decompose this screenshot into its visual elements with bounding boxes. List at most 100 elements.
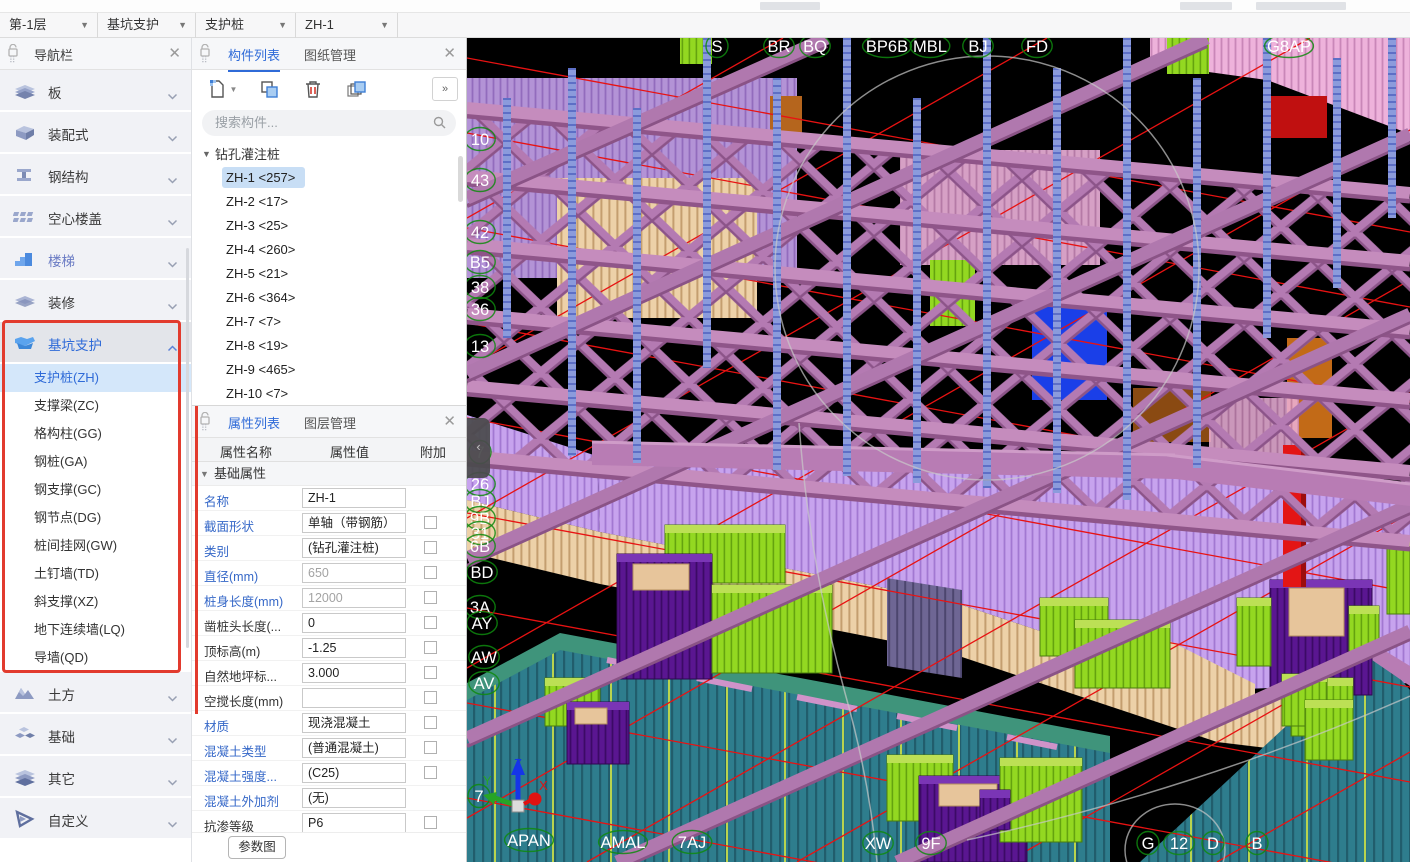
drag-handle-icon[interactable]: ⠿ [201,55,207,66]
attach-checkbox[interactable] [424,766,437,779]
property-group-row[interactable]: ▼基础属性 [192,462,466,486]
col-attach: 附加 [420,442,446,461]
caret-down-icon: ▼ [230,85,238,94]
close-icon[interactable]: ✕ [443,412,456,430]
component-item[interactable]: ZH-4 <260> [192,238,466,262]
expand-panel-button[interactable]: » [432,77,458,101]
new-component-button[interactable]: ▼ [200,74,244,104]
axis-label: XW [865,835,892,853]
search-input[interactable]: 搜索构件... [202,110,456,136]
sidebar-item-foundation[interactable]: 基础 [0,714,191,756]
sidebar-item-slab[interactable]: 板 [0,70,191,112]
steel-icon [13,165,37,185]
sidebar-subitem[interactable]: 地下连续墙(LQ) [0,616,191,644]
model-3d-view[interactable]: SBRBQBP6BMBLBJFDG8AP104342B5383613726BJ9… [467,38,1410,862]
close-icon[interactable]: ✕ [168,44,181,62]
property-value-input[interactable] [302,688,406,708]
sidebar-item-steel[interactable]: 钢结构 [0,154,191,196]
sidebar-scrollbar[interactable] [186,248,189,648]
attach-checkbox[interactable] [424,641,437,654]
property-group-label: 基础属性 [214,466,266,481]
property-value-input[interactable]: ZH-1 [302,488,406,508]
sidebar-item-label: 钢结构 [48,166,89,186]
property-value-input[interactable]: 12000 [302,588,406,608]
sidebar-subitem[interactable]: 导墙(QD) [0,644,191,672]
sidebar-item-finish[interactable]: 装修 [0,280,191,322]
tab-component-list[interactable]: 构件列表 [228,45,280,64]
type-select[interactable]: 支护桩▼ [196,13,296,38]
model-viewport[interactable]: SBRBQBP6BMBLBJFDG8AP104342B5383613726BJ9… [467,38,1410,862]
sidebar-item-hollow[interactable]: 空心楼盖 [0,196,191,238]
component-item[interactable]: ZH-8 <19> [192,334,466,358]
close-icon[interactable]: ✕ [443,44,456,62]
tree-group[interactable]: ▼钻孔灌注桩 [192,144,466,166]
sidebar-subitem[interactable]: 斜支撑(XZ) [0,588,191,616]
component-item[interactable]: ZH-10 <7> [192,382,466,405]
attach-checkbox[interactable] [424,816,437,829]
tab-drawing-management[interactable]: 图纸管理 [304,45,356,64]
parameter-diagram-button[interactable]: 参数图 [228,836,286,859]
attach-checkbox[interactable] [424,516,437,529]
property-value-input[interactable]: (无) [302,788,406,808]
drag-handle-icon[interactable]: ⠿ [9,55,15,66]
sidebar-subitem[interactable]: 土钉墙(TD) [0,560,191,588]
property-value-input[interactable]: (钻孔灌注桩) [302,538,406,558]
sidebar-item-custom[interactable]: 自定义 [0,798,191,840]
property-value-input[interactable]: 0 [302,613,406,633]
property-value-input[interactable]: 650 [302,563,406,583]
axis-label: BP6B [866,38,908,56]
sidebar-subitem[interactable]: 桩间挂网(GW) [0,532,191,560]
panel-collapse-tab[interactable]: ‹ [467,418,490,478]
component-item[interactable]: ZH-7 <7> [192,310,466,334]
sidebar-item-earth[interactable]: 土方 [0,672,191,714]
tab-layer-management[interactable]: 图层管理 [304,413,356,432]
axis-label: MBL [913,38,947,56]
copy-component-button[interactable] [252,74,286,104]
drag-handle-icon[interactable]: ⠿ [201,423,207,434]
property-value-input[interactable]: 现浇混凝土 [302,713,406,733]
sidebar-item-precast[interactable]: 装配式 [0,112,191,154]
sidebar-subitem[interactable]: 格构柱(GG) [0,420,191,448]
property-panel-header: ⠿ 属性列表 图层管理 ✕ [192,406,466,438]
component-item[interactable]: ZH-3 <25> [192,214,466,238]
component-item[interactable]: ZH-9 <465> [192,358,466,382]
property-value-input[interactable]: 单轴（带钢筋） [302,513,406,533]
property-value-input[interactable]: P6 [302,813,406,833]
tab-property-list[interactable]: 属性列表 [228,413,280,432]
element-select[interactable]: ZH-1▼ [296,13,398,38]
axis-label: BR [768,38,791,56]
attach-checkbox[interactable] [424,566,437,579]
attach-checkbox[interactable] [424,616,437,629]
attach-checkbox[interactable] [424,716,437,729]
batch-copy-button[interactable] [340,74,374,104]
property-value-input[interactable]: (C25) [302,763,406,783]
sidebar-subitem[interactable]: 钢支撑(GC) [0,476,191,504]
property-value-input[interactable]: (普通混凝土) [302,738,406,758]
attach-checkbox[interactable] [424,591,437,604]
component-scrollbar[interactable] [458,156,463,202]
floor-select[interactable]: 第-1层▼ [0,13,98,38]
sidebar-subitem[interactable]: 钢节点(DG) [0,504,191,532]
chevron-up-icon [167,339,178,357]
component-item[interactable]: ZH-2 <17> [192,190,466,214]
component-item[interactable]: ZH-6 <364> [192,286,466,310]
component-item[interactable]: ZH-1 <257> [192,166,466,190]
sidebar-item-stairs[interactable]: 楼梯 [0,238,191,280]
sidebar-subitem[interactable]: 钢桩(GA) [0,448,191,476]
property-value-input[interactable]: -1.25 [302,638,406,658]
sidebar-subitem[interactable]: 支撑梁(ZC) [0,392,191,420]
sidebar-subitem[interactable]: 支护桩(ZH) [0,364,191,392]
chevron-down-icon [167,815,178,833]
floor-select-value: 第-1层 [9,17,47,32]
category-select[interactable]: 基坑支护▼ [98,13,196,38]
attach-checkbox[interactable] [424,541,437,554]
property-value-input[interactable]: 3.000 [302,663,406,683]
delete-component-button[interactable] [296,74,330,104]
component-item[interactable]: ZH-5 <21> [192,262,466,286]
sidebar-item-other[interactable]: 其它 [0,756,191,798]
sidebar-item-pit[interactable]: 基坑支护 [0,322,191,364]
attach-checkbox[interactable] [424,741,437,754]
attach-checkbox[interactable] [424,691,437,704]
axis-label: AW [471,649,497,667]
attach-checkbox[interactable] [424,666,437,679]
